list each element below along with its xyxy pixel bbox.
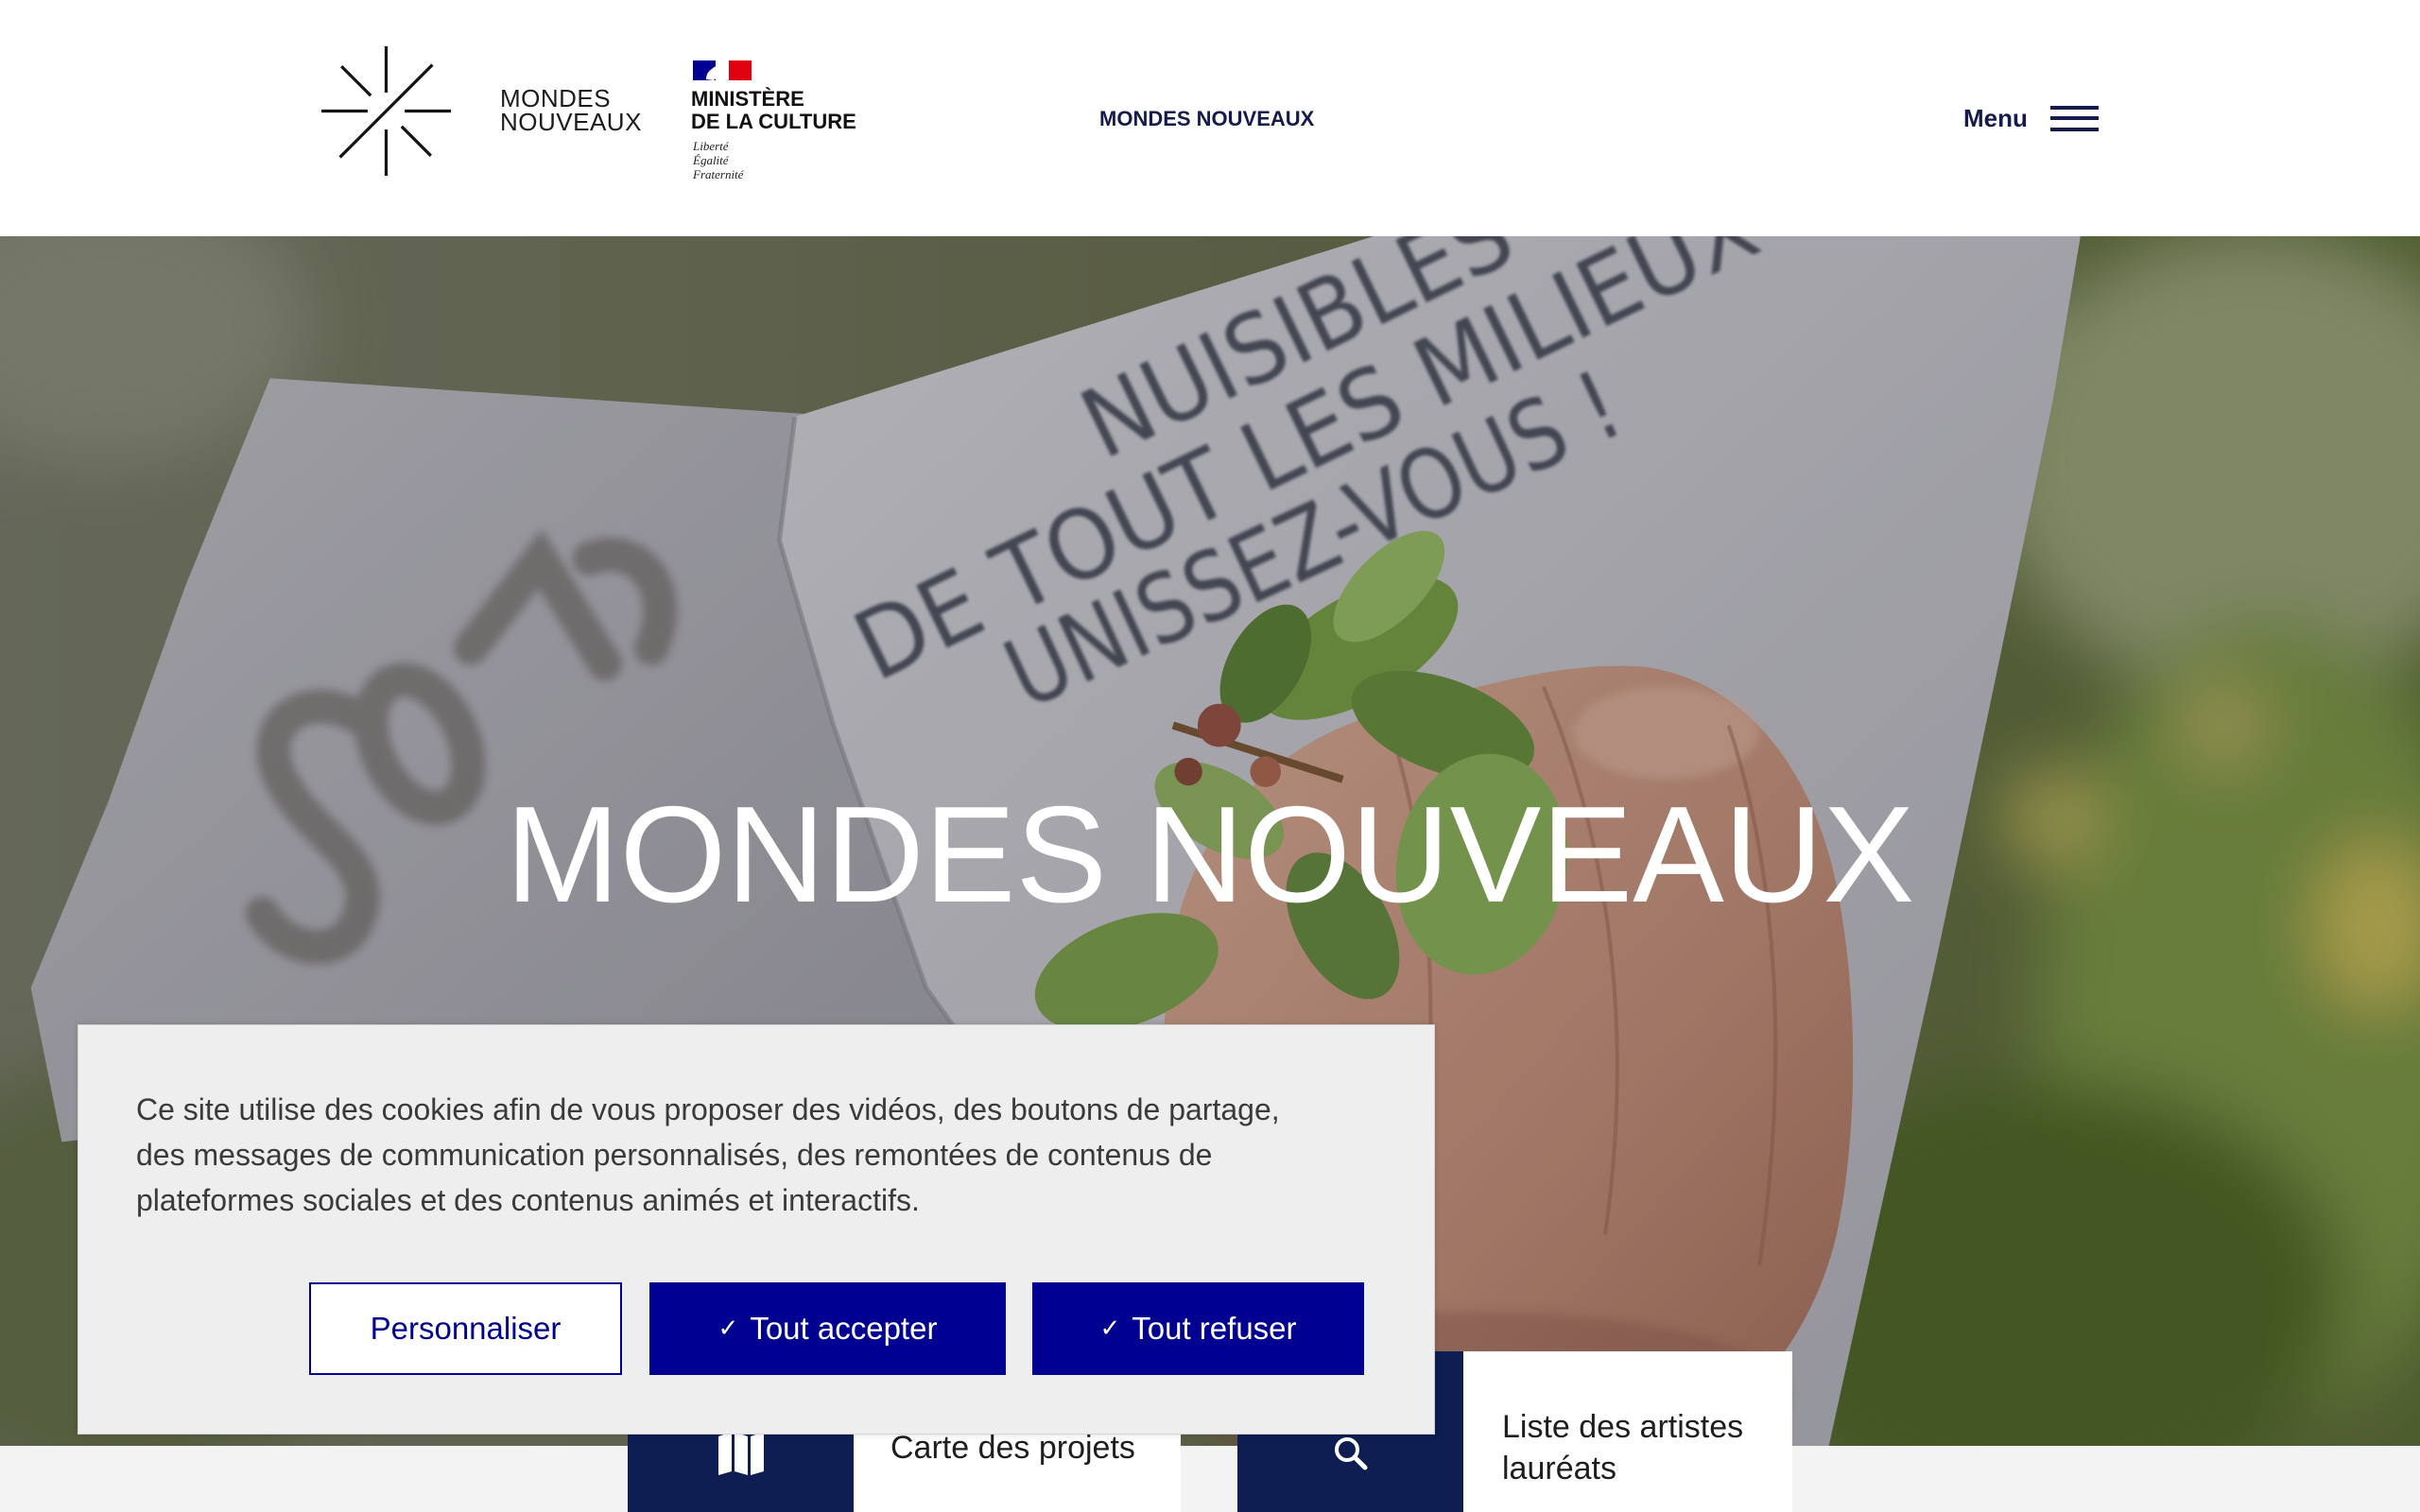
ministry-name: MINISTÈRE DE LA CULTURE: [691, 88, 856, 133]
check-icon: ✓: [717, 1314, 739, 1343]
site-header: MONDES NOUVEAUX MINISTÈRE DE LA CULTURE …: [0, 0, 2420, 236]
cookie-message: Ce site utilise des cookies afin de vous…: [136, 1087, 1280, 1223]
hamburger-icon: [2049, 105, 2099, 131]
refuse-all-cookies-button[interactable]: ✓ Tout refuser: [1032, 1282, 1364, 1375]
quick-link-label-box: Liste des artistes lauréats: [1463, 1351, 1792, 1512]
hero-title: MONDES NOUVEAUX: [505, 778, 1915, 931]
motto-fraternite: Fraternité: [693, 167, 744, 181]
map-icon: [717, 1432, 764, 1475]
accept-all-cookies-label: Tout accepter: [750, 1311, 938, 1346]
ministry-logo-link[interactable]: MINISTÈRE DE LA CULTURE Liberté Égalité …: [691, 60, 880, 183]
check-icon: ✓: [1099, 1314, 1121, 1343]
ministry-name-line-2: DE LA CULTURE: [691, 110, 856, 133]
republic-motto: Liberté Égalité Fraternité: [693, 139, 743, 181]
menu-label: Menu: [1963, 103, 2028, 132]
logo-wordmark-line-2: NOUVEAUX: [500, 108, 642, 136]
accept-all-cookies-button[interactable]: ✓ Tout accepter: [649, 1282, 1006, 1375]
mondes-nouveaux-logo-link[interactable]: MONDES NOUVEAUX: [321, 46, 641, 176]
cookie-message-line: Ce site utilise des cookies afin de vous…: [136, 1092, 1280, 1126]
ministry-name-line-1: MINISTÈRE: [691, 87, 804, 111]
cookie-message-line: plateformes sociales et des contenus ani…: [136, 1183, 920, 1217]
customize-cookies-button[interactable]: Personnaliser: [309, 1282, 622, 1375]
logo-wordmark: MONDES NOUVEAUX: [500, 86, 642, 136]
star-burst-icon: [321, 46, 451, 176]
menu-button[interactable]: Menu: [1963, 100, 2099, 136]
customize-cookies-label: Personnaliser: [370, 1311, 562, 1346]
motto-liberte: Liberté: [693, 139, 729, 153]
site-title-link[interactable]: MONDES NOUVEAUX: [1099, 106, 1314, 132]
refuse-all-cookies-label: Tout refuser: [1132, 1311, 1297, 1346]
motto-egalite: Égalité: [693, 153, 729, 167]
cookie-consent-banner: Ce site utilise des cookies afin de vous…: [78, 1024, 1435, 1435]
quick-link-label: Liste des artistes lauréats: [1502, 1409, 1744, 1486]
cookie-message-line: des messages de communication personnali…: [136, 1138, 1213, 1172]
french-republic-flag-icon: [693, 60, 752, 80]
search-icon: [1334, 1437, 1367, 1470]
